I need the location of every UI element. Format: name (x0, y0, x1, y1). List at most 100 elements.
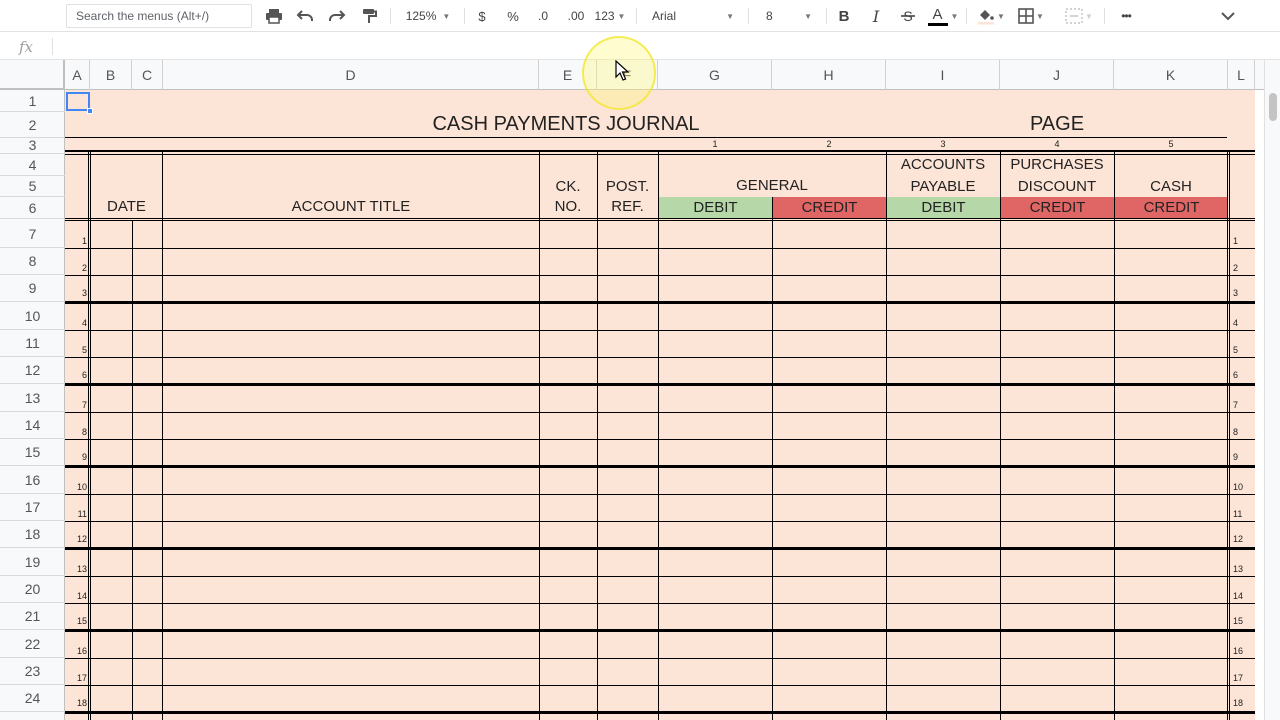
undo-icon[interactable] (293, 0, 317, 32)
row-header[interactable]: 21 (0, 603, 65, 630)
fill-handle[interactable] (87, 108, 93, 114)
chevron-down-icon: ▼ (804, 11, 812, 21)
column-header-k[interactable]: K (1114, 60, 1228, 90)
more-formats-select[interactable]: 123 ▼ (594, 0, 626, 32)
row-header[interactable]: 19 (0, 548, 65, 576)
print-icon[interactable] (262, 0, 286, 32)
row-header[interactable]: 8 (0, 248, 65, 275)
row-line-thick (65, 711, 1255, 714)
row-header[interactable]: 24 (0, 685, 65, 712)
column-number: 4 (1054, 139, 1060, 149)
general-credit-header: CREDIT (773, 197, 886, 218)
header-top-border-inner (65, 154, 1255, 155)
col-line (132, 220, 133, 720)
line-number-right: 12 (1233, 534, 1244, 544)
percent-label: % (507, 8, 519, 24)
column-header-j[interactable]: J (1000, 60, 1114, 90)
column-header-i[interactable]: I (886, 60, 1000, 90)
title-underline (65, 137, 1227, 138)
percent-format-button[interactable]: % (503, 0, 523, 32)
col-line (539, 152, 540, 720)
row-header[interactable]: 10 (0, 302, 65, 330)
formula-input[interactable] (60, 36, 1250, 56)
zoom-select[interactable]: 125% ▼ (398, 0, 458, 32)
column-number: 1 (712, 139, 718, 149)
row-header[interactable]: 11 (0, 330, 65, 357)
menu-search-input[interactable]: Search the menus (Alt+/) (66, 4, 252, 28)
paint-format-icon[interactable] (357, 0, 381, 32)
row-header[interactable]: 16 (0, 466, 65, 494)
column-header-d[interactable]: D (163, 60, 539, 90)
column-header-l[interactable]: L (1228, 60, 1255, 90)
row-header[interactable]: 20 (0, 576, 65, 603)
currency-format-button[interactable]: $ (472, 0, 492, 32)
font-family-value: Arial (652, 9, 677, 23)
row-line-thick (65, 301, 1255, 304)
row-header[interactable]: 4 (0, 154, 65, 176)
more-options-button[interactable]: ••• (1112, 0, 1140, 32)
row-header[interactable]: 13 (0, 384, 65, 412)
row-header[interactable]: 12 (0, 357, 65, 384)
line-number-right: 7 (1233, 400, 1239, 410)
strikethrough-icon[interactable]: S (897, 0, 919, 32)
row-line (65, 658, 1255, 659)
row-header[interactable]: 18 (0, 521, 65, 548)
row-line (65, 603, 1255, 604)
redo-icon[interactable] (325, 0, 349, 32)
row-header[interactable]: 17 (0, 494, 65, 521)
row-line (65, 439, 1255, 440)
account-title-header: ACCOUNT TITLE (291, 198, 411, 215)
column-header-c[interactable]: C (132, 60, 163, 90)
row-line (65, 357, 1255, 358)
column-header-b[interactable]: B (90, 60, 132, 90)
decrease-decimal-button[interactable]: .0 (531, 0, 555, 32)
column-header-a[interactable]: A (65, 60, 90, 90)
bold-button[interactable]: B (834, 0, 854, 32)
formula-separator (52, 38, 53, 55)
fill-color-icon[interactable]: ▼ (974, 0, 1008, 32)
line-number-right: 17 (1233, 673, 1244, 683)
row-header[interactable]: 23 (0, 658, 65, 685)
ck-no-header-line2: NO. (554, 198, 582, 215)
row-header[interactable]: 9 (0, 275, 65, 302)
font-family-select[interactable]: Arial ▼ (646, 0, 740, 32)
increase-decimal-button[interactable]: .00 (563, 0, 589, 32)
borders-icon[interactable]: ▼ (1014, 0, 1048, 32)
row-line (65, 330, 1255, 331)
chevron-down-icon: ▼ (617, 11, 626, 21)
line-number-right: 10 (1233, 482, 1244, 492)
row-header[interactable]: 15 (0, 439, 65, 466)
row-line-thick (65, 629, 1255, 632)
toolbar: Search the menus (Alt+/) 125% ▼ $ % .0 .0… (0, 0, 1280, 32)
row-header[interactable]: 3 (0, 137, 65, 154)
page-label: PAGE (1029, 113, 1085, 135)
row-header[interactable]: 5 (0, 176, 65, 197)
text-color-swatch (927, 22, 948, 26)
merge-cells-icon[interactable]: ▼ (1058, 0, 1100, 32)
text-color-button[interactable]: A ▼ (926, 0, 960, 32)
increase-decimal-label: .00 (567, 9, 585, 23)
italic-button[interactable]: I (866, 0, 886, 32)
row-header[interactable]: 1 (0, 90, 65, 112)
column-header-h[interactable]: H (772, 60, 886, 90)
row-header[interactable]: 7 (0, 220, 65, 248)
collapse-toolbar-icon[interactable] (1216, 0, 1240, 32)
font-size-select[interactable]: 8 ▼ (760, 0, 818, 32)
chevron-down-icon: ▼ (1036, 11, 1044, 21)
journal-sheet[interactable]: CASH PAYMENTS JOURNAL PAGE 1 2 3 4 5 DAT… (65, 90, 1255, 720)
line-number-right: 14 (1233, 591, 1244, 601)
col-line (90, 152, 91, 720)
row-header[interactable]: 22 (0, 630, 65, 658)
select-all-corner[interactable] (0, 60, 65, 90)
general-debit-header: DEBIT (659, 197, 772, 218)
row-header[interactable]: 14 (0, 412, 65, 439)
chevron-down-icon: ▼ (950, 11, 959, 21)
scrollbar-thumb[interactable] (1269, 93, 1277, 121)
row-header[interactable]: 2 (0, 112, 65, 138)
vertical-scrollbar[interactable] (1264, 60, 1280, 720)
row-header[interactable]: 6 (0, 197, 65, 219)
col-line (162, 152, 163, 720)
line-number-right: 4 (1233, 318, 1239, 328)
line-number-left: 4 (81, 318, 87, 328)
column-header-g[interactable]: G (658, 60, 772, 90)
